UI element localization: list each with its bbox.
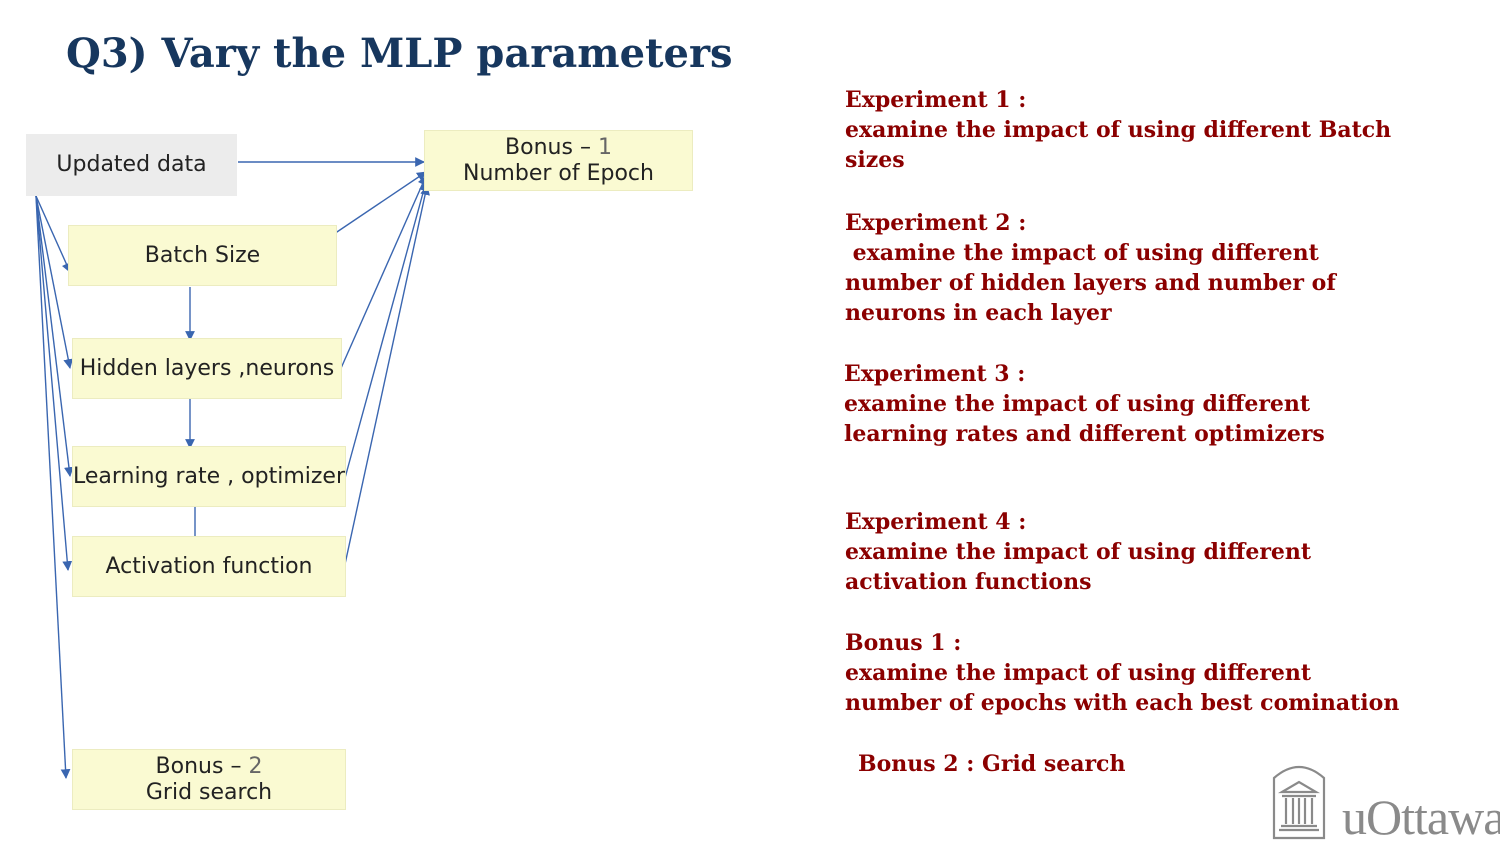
experiment4-title: Experiment 4 : xyxy=(845,509,1027,535)
activation-function-label: Activation function xyxy=(105,553,313,579)
experiment1-title: Experiment 1 : xyxy=(845,87,1027,113)
learning-rate-label: Learning rate , optimizer xyxy=(73,463,346,489)
bonus1-title: Bonus 1 : xyxy=(845,630,962,656)
experiment3-line1: examine the impact of using different xyxy=(844,391,1311,417)
bonus1-label: Number of Epoch xyxy=(463,160,654,186)
activation-function-box: Activation function xyxy=(72,536,346,597)
arrow-data-to-lr xyxy=(35,195,74,477)
experiment1-line2: sizes xyxy=(845,147,905,173)
batch-size-box: Batch Size xyxy=(68,225,337,286)
learning-rate-box: Learning rate , optimizer xyxy=(72,446,346,507)
bonus2-text: Bonus 2 : Grid search xyxy=(858,751,1126,777)
bonus1-epoch-box: Bonus – 1 Number of Epoch xyxy=(424,130,693,191)
experiment2-line3: neurons in each layer xyxy=(845,300,1112,326)
bonus1-line2: number of epochs with each best cominati… xyxy=(845,690,1400,716)
uottawa-logo-text: uOttawa xyxy=(1342,789,1500,844)
experiment1-line1: examine the impact of using different Ba… xyxy=(845,117,1392,143)
bonus1-prefix: Bonus – xyxy=(505,134,598,160)
bonus2-grid-search-box: Bonus – 2 Grid search xyxy=(72,749,346,810)
experiment4-line2: activation functions xyxy=(845,569,1092,595)
bonus1-line1: examine the impact of using different xyxy=(845,660,1312,686)
updated-data-box: Updated data xyxy=(26,134,237,196)
bonus2-number: 2 xyxy=(248,753,263,779)
experiment2-line1: examine the impact of using different xyxy=(845,240,1319,266)
arrow-batch-to-bonus1 xyxy=(327,171,427,239)
bonus1-heading: Bonus – 1 xyxy=(505,135,612,161)
experiment2-title: Experiment 2 : xyxy=(845,210,1027,236)
bonus2-heading: Bonus – 2 xyxy=(156,754,263,780)
bonus2-label: Grid search xyxy=(145,779,273,805)
experiment3-line2: learning rates and different optimizers xyxy=(844,421,1325,447)
bonus1-number: 1 xyxy=(597,134,612,160)
batch-size-label: Batch Size xyxy=(144,242,261,268)
university-building-icon xyxy=(1272,765,1326,840)
arrow-activation-to-bonus1 xyxy=(341,185,430,579)
experiment4-line1: examine the impact of using different xyxy=(845,539,1312,565)
hidden-layers-box: Hidden layers ,neurons xyxy=(72,338,342,399)
bonus2-prefix: Bonus – xyxy=(155,753,249,779)
updated-data-label: Updated data xyxy=(56,152,207,177)
uottawa-logo: uOttawa xyxy=(1268,758,1500,844)
experiment3-title: Experiment 3 : xyxy=(844,361,1026,387)
hidden-layers-label: Hidden layers ,neurons xyxy=(79,355,335,381)
experiment2-line2: number of hidden layers and number of xyxy=(845,270,1336,296)
